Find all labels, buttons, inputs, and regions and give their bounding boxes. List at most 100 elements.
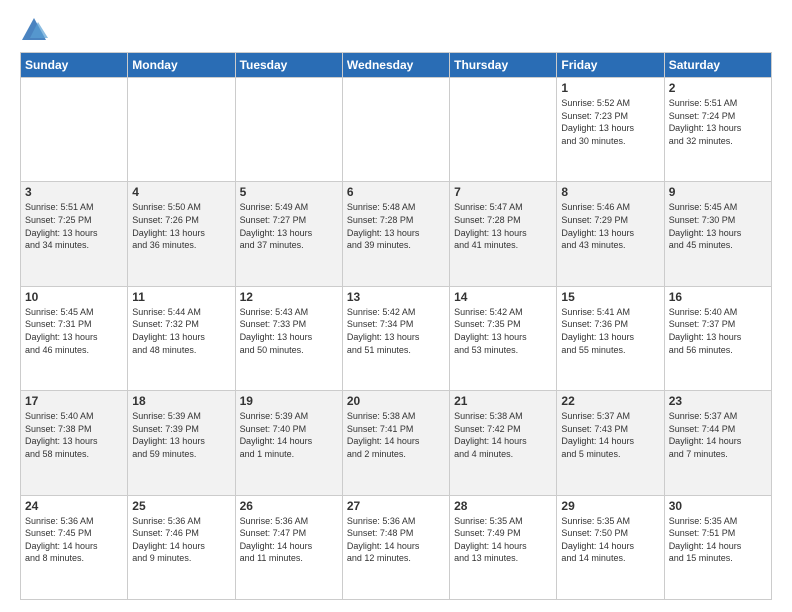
calendar-cell: 22 Sunrise: 5:37 AMSunset: 7:43 PMDayligh…: [557, 391, 664, 495]
calendar-cell: 5 Sunrise: 5:49 AMSunset: 7:27 PMDaylight…: [235, 182, 342, 286]
calendar-week-row: 24 Sunrise: 5:36 AMSunset: 7:45 PMDayligh…: [21, 495, 772, 599]
calendar-week-row: 3Sunrise: 5:51 AMSunset: 7:25 PMDaylight…: [21, 182, 772, 286]
calendar-week-row: 10 Sunrise: 5:45 AMSunset: 7:31 PMDayligh…: [21, 286, 772, 390]
day-info: Sunrise: 5:36 AMSunset: 7:47 PMDaylight:…: [240, 515, 338, 565]
day-info: Sunrise: 5:44 AMSunset: 7:32 PMDaylight:…: [132, 306, 230, 356]
calendar-cell: 28 Sunrise: 5:35 AMSunset: 7:49 PMDayligh…: [450, 495, 557, 599]
day-number: 8: [561, 185, 659, 199]
day-info: Sunrise: 5:42 AMSunset: 7:34 PMDaylight:…: [347, 306, 445, 356]
day-info: Sunrise: 5:45 AMSunset: 7:31 PMDaylight:…: [25, 306, 123, 356]
calendar-cell: 2 Sunrise: 5:51 AMSunset: 7:24 PMDaylight…: [664, 78, 771, 182]
weekday-header: Wednesday: [342, 53, 449, 78]
calendar-cell: 27 Sunrise: 5:36 AMSunset: 7:48 PMDayligh…: [342, 495, 449, 599]
calendar-cell: [21, 78, 128, 182]
day-info: Sunrise: 5:36 AMSunset: 7:45 PMDaylight:…: [25, 515, 123, 565]
calendar-cell: 17Sunrise: 5:40 AMSunset: 7:38 PMDayligh…: [21, 391, 128, 495]
day-info: Sunrise: 5:46 AMSunset: 7:29 PMDaylight:…: [561, 201, 659, 251]
calendar-cell: 24 Sunrise: 5:36 AMSunset: 7:45 PMDayligh…: [21, 495, 128, 599]
day-number: 14: [454, 290, 552, 304]
calendar-cell: 19 Sunrise: 5:39 AMSunset: 7:40 PMDayligh…: [235, 391, 342, 495]
day-number: 12: [240, 290, 338, 304]
day-info: Sunrise: 5:52 AMSunset: 7:23 PMDaylight:…: [561, 97, 659, 147]
calendar-cell: 4Sunrise: 5:50 AMSunset: 7:26 PMDaylight…: [128, 182, 235, 286]
day-info: Sunrise: 5:39 AMSunset: 7:39 PMDaylight:…: [132, 410, 230, 460]
day-info: Sunrise: 5:49 AMSunset: 7:27 PMDaylight:…: [240, 201, 338, 251]
day-number: 24: [25, 499, 123, 513]
day-info: Sunrise: 5:39 AMSunset: 7:40 PMDaylight:…: [240, 410, 338, 460]
calendar-week-row: 17Sunrise: 5:40 AMSunset: 7:38 PMDayligh…: [21, 391, 772, 495]
calendar-cell: 6 Sunrise: 5:48 AMSunset: 7:28 PMDaylight…: [342, 182, 449, 286]
day-number: 11: [132, 290, 230, 304]
day-info: Sunrise: 5:35 AMSunset: 7:49 PMDaylight:…: [454, 515, 552, 565]
calendar-cell: [342, 78, 449, 182]
weekday-header: Saturday: [664, 53, 771, 78]
calendar-cell: [235, 78, 342, 182]
day-number: 21: [454, 394, 552, 408]
calendar-cell: 14 Sunrise: 5:42 AMSunset: 7:35 PMDayligh…: [450, 286, 557, 390]
calendar-cell: 12 Sunrise: 5:43 AMSunset: 7:33 PMDayligh…: [235, 286, 342, 390]
calendar-cell: 29 Sunrise: 5:35 AMSunset: 7:50 PMDayligh…: [557, 495, 664, 599]
day-number: 2: [669, 81, 767, 95]
header: [20, 16, 772, 44]
calendar-cell: 16 Sunrise: 5:40 AMSunset: 7:37 PMDayligh…: [664, 286, 771, 390]
day-number: 7: [454, 185, 552, 199]
day-number: 22: [561, 394, 659, 408]
day-number: 10: [25, 290, 123, 304]
calendar-cell: 30Sunrise: 5:35 AMSunset: 7:51 PMDayligh…: [664, 495, 771, 599]
day-number: 1: [561, 81, 659, 95]
day-info: Sunrise: 5:42 AMSunset: 7:35 PMDaylight:…: [454, 306, 552, 356]
day-number: 16: [669, 290, 767, 304]
day-number: 9: [669, 185, 767, 199]
day-number: 17: [25, 394, 123, 408]
logo: [20, 16, 52, 44]
day-info: Sunrise: 5:36 AMSunset: 7:46 PMDaylight:…: [132, 515, 230, 565]
calendar-cell: 18 Sunrise: 5:39 AMSunset: 7:39 PMDayligh…: [128, 391, 235, 495]
page: SundayMondayTuesdayWednesdayThursdayFrid…: [0, 0, 792, 612]
day-info: Sunrise: 5:51 AMSunset: 7:25 PMDaylight:…: [25, 201, 123, 251]
day-number: 26: [240, 499, 338, 513]
calendar-cell: 26 Sunrise: 5:36 AMSunset: 7:47 PMDayligh…: [235, 495, 342, 599]
calendar-header-row: SundayMondayTuesdayWednesdayThursdayFrid…: [21, 53, 772, 78]
calendar-cell: 13 Sunrise: 5:42 AMSunset: 7:34 PMDayligh…: [342, 286, 449, 390]
weekday-header: Sunday: [21, 53, 128, 78]
calendar-cell: 10 Sunrise: 5:45 AMSunset: 7:31 PMDayligh…: [21, 286, 128, 390]
day-info: Sunrise: 5:40 AMSunset: 7:37 PMDaylight:…: [669, 306, 767, 356]
weekday-header: Friday: [557, 53, 664, 78]
day-info: Sunrise: 5:45 AMSunset: 7:30 PMDaylight:…: [669, 201, 767, 251]
calendar-cell: 15 Sunrise: 5:41 AMSunset: 7:36 PMDayligh…: [557, 286, 664, 390]
calendar-week-row: 1 Sunrise: 5:52 AMSunset: 7:23 PMDaylight…: [21, 78, 772, 182]
weekday-header: Thursday: [450, 53, 557, 78]
day-number: 19: [240, 394, 338, 408]
day-number: 23: [669, 394, 767, 408]
day-info: Sunrise: 5:38 AMSunset: 7:41 PMDaylight:…: [347, 410, 445, 460]
day-info: Sunrise: 5:35 AMSunset: 7:51 PMDaylight:…: [669, 515, 767, 565]
day-number: 29: [561, 499, 659, 513]
calendar-cell: 8 Sunrise: 5:46 AMSunset: 7:29 PMDaylight…: [557, 182, 664, 286]
calendar-cell: 9 Sunrise: 5:45 AMSunset: 7:30 PMDaylight…: [664, 182, 771, 286]
day-number: 15: [561, 290, 659, 304]
day-info: Sunrise: 5:37 AMSunset: 7:44 PMDaylight:…: [669, 410, 767, 460]
calendar-cell: 25 Sunrise: 5:36 AMSunset: 7:46 PMDayligh…: [128, 495, 235, 599]
day-number: 28: [454, 499, 552, 513]
day-info: Sunrise: 5:43 AMSunset: 7:33 PMDaylight:…: [240, 306, 338, 356]
calendar-cell: 7Sunrise: 5:47 AMSunset: 7:28 PMDaylight…: [450, 182, 557, 286]
day-info: Sunrise: 5:41 AMSunset: 7:36 PMDaylight:…: [561, 306, 659, 356]
calendar-cell: 23 Sunrise: 5:37 AMSunset: 7:44 PMDayligh…: [664, 391, 771, 495]
day-number: 18: [132, 394, 230, 408]
weekday-header: Monday: [128, 53, 235, 78]
weekday-header: Tuesday: [235, 53, 342, 78]
day-number: 5: [240, 185, 338, 199]
calendar-cell: 21Sunrise: 5:38 AMSunset: 7:42 PMDayligh…: [450, 391, 557, 495]
calendar-cell: [128, 78, 235, 182]
day-info: Sunrise: 5:48 AMSunset: 7:28 PMDaylight:…: [347, 201, 445, 251]
day-info: Sunrise: 5:35 AMSunset: 7:50 PMDaylight:…: [561, 515, 659, 565]
day-info: Sunrise: 5:37 AMSunset: 7:43 PMDaylight:…: [561, 410, 659, 460]
calendar-cell: 11 Sunrise: 5:44 AMSunset: 7:32 PMDayligh…: [128, 286, 235, 390]
day-number: 13: [347, 290, 445, 304]
day-info: Sunrise: 5:51 AMSunset: 7:24 PMDaylight:…: [669, 97, 767, 147]
calendar-cell: [450, 78, 557, 182]
day-number: 6: [347, 185, 445, 199]
day-number: 27: [347, 499, 445, 513]
day-info: Sunrise: 5:36 AMSunset: 7:48 PMDaylight:…: [347, 515, 445, 565]
day-number: 25: [132, 499, 230, 513]
